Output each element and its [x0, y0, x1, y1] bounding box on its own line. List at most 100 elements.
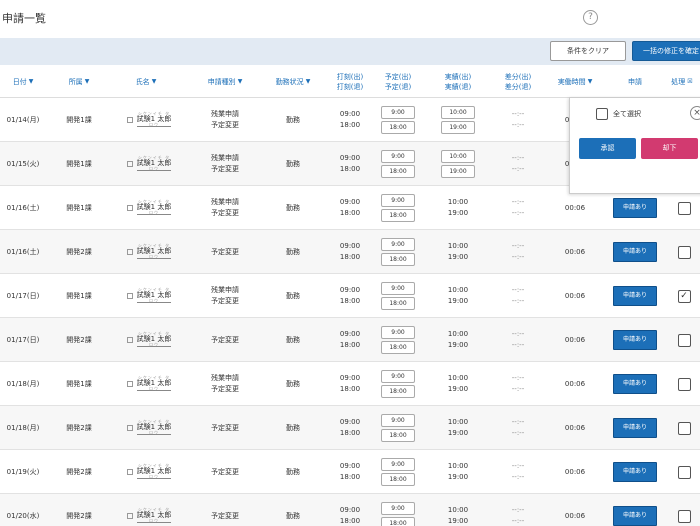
process-cell [676, 230, 692, 274]
row-checkbox[interactable] [677, 509, 691, 523]
type-cell: 残業申請 予定変更 [195, 274, 255, 318]
plan-in-input[interactable]: 9:00 [381, 502, 415, 515]
name-ruby: シケンイチ タロウ [137, 418, 171, 435]
row-checkbox[interactable] [677, 465, 691, 479]
col-status-header[interactable]: 勤務状況 ▼ [262, 66, 324, 98]
col-type-header[interactable]: 申請種別 ▼ [195, 66, 255, 98]
employee-name-link[interactable]: シケンイチ タロウ 試験1 太郎 [136, 155, 172, 171]
plan-in-input[interactable]: 9:00 [381, 150, 415, 163]
apply-status-button[interactable]: 申請あり [613, 418, 657, 438]
row-checkbox[interactable] [677, 377, 691, 391]
employee-name-link[interactable]: シケンイチ タロウ 試験1 太郎 [136, 111, 172, 127]
employee-name-link[interactable]: シケンイチ タロウ 試験1 太郎 [136, 507, 172, 523]
name-ruby: シケンイチ タロウ [137, 374, 171, 391]
punch-out: 18:00 [339, 517, 361, 525]
col-name-header[interactable]: 氏名 ▼ [118, 66, 174, 98]
name-checkbox[interactable] [126, 205, 133, 211]
apply-status-button[interactable]: 申請あり [613, 506, 657, 526]
plan-out-input[interactable]: 18:00 [381, 297, 415, 310]
help-icon[interactable]: ? [583, 10, 598, 25]
clear-conditions-button[interactable]: 条件をクリア [550, 41, 626, 61]
plan-out-input[interactable]: 18:00 [381, 385, 415, 398]
col-date-header[interactable]: 日付 ▼ [0, 66, 46, 98]
plan-out-input[interactable]: 18:00 [381, 429, 415, 442]
row-checkbox[interactable] [677, 245, 691, 259]
select-all-checkbox[interactable] [596, 108, 608, 120]
name-checkbox[interactable] [126, 469, 133, 475]
worktime-cell: 00:06 [564, 467, 586, 476]
plan-in-input[interactable]: 9:00 [381, 326, 415, 339]
diff-in: --:-- [511, 110, 525, 118]
name-checkbox[interactable] [126, 337, 133, 343]
approve-button[interactable]: 承認 [579, 138, 636, 159]
worktime-cell: 00:06 [564, 423, 586, 432]
employee-name-link[interactable]: シケンイチ タロウ 試験1 太郎 [136, 331, 172, 347]
plan-in-input[interactable]: 9:00 [381, 282, 415, 295]
row-checkbox[interactable] [677, 201, 691, 215]
employee-name-link[interactable]: シケンイチ タロウ 試験1 太郎 [136, 287, 172, 303]
actual-in-input[interactable]: 10:00 [441, 106, 475, 119]
actual-in-input[interactable]: 10:00 [441, 150, 475, 163]
table-row: 01/20(水) 開発2課 シケンイチ タロウ 試験1 太郎 予定変更 勤務 09… [0, 494, 700, 526]
col-worktime-header[interactable]: 実働時間 ▼ [548, 66, 602, 98]
apply-status-button[interactable]: 申請あり [613, 286, 657, 306]
name-checkbox[interactable] [126, 381, 133, 387]
status-cell: 勤務 [286, 423, 300, 432]
employee-name-link[interactable]: シケンイチ タロウ 試験1 太郎 [136, 243, 172, 259]
plan-out-input[interactable]: 18:00 [381, 341, 415, 354]
plan-out-input[interactable]: 18:00 [381, 209, 415, 222]
name-cell: シケンイチ タロウ 試験1 太郎 [118, 494, 180, 526]
punch-out: 18:00 [339, 209, 361, 217]
name-checkbox[interactable] [126, 117, 133, 123]
plan-in-input[interactable]: 9:00 [381, 414, 415, 427]
plan-cell: 9:00 18:00 [378, 230, 418, 274]
punch-cell: 09:00 18:00 [330, 186, 370, 230]
apply-cell: 申請あり [612, 362, 658, 406]
apply-status-button[interactable]: 申請あり [613, 198, 657, 218]
name-cell: シケンイチ タロウ 試験1 太郎 [118, 450, 180, 494]
name-checkbox[interactable] [126, 293, 133, 299]
bulk-confirm-button[interactable]: 一括の修正を確定 [632, 41, 700, 61]
employee-name-link[interactable]: シケンイチ タロウ 試験1 太郎 [136, 199, 172, 215]
col-dept-header[interactable]: 所属 ▼ [57, 66, 101, 98]
name-checkbox[interactable] [126, 161, 133, 167]
name-checkbox[interactable] [126, 249, 133, 255]
punch-cell: 09:00 18:00 [330, 142, 370, 186]
plan-in-input[interactable]: 9:00 [381, 458, 415, 471]
table-row: 01/19(火) 開発2課 シケンイチ タロウ 試験1 太郎 予定変更 勤務 09… [0, 450, 700, 494]
name-checkbox[interactable] [126, 425, 133, 431]
plan-out-input[interactable]: 18:00 [381, 517, 415, 526]
row-checkbox[interactable] [677, 333, 691, 347]
plan-out-input[interactable]: 18:00 [381, 121, 415, 134]
actual-cell: 10:00 19:00 [438, 318, 478, 362]
diff-cell: --:-- --:-- [498, 318, 538, 362]
type-line2: 予定変更 [211, 209, 239, 217]
employee-name-link[interactable]: シケンイチ タロウ 試験1 太郎 [136, 375, 172, 391]
actual-cell: 10:00 19:00 [438, 186, 478, 230]
close-icon[interactable]: × [690, 106, 700, 120]
plan-out-input[interactable]: 18:00 [381, 473, 415, 486]
employee-name-link[interactable]: シケンイチ タロウ 試験1 太郎 [136, 419, 172, 435]
apply-status-button[interactable]: 申請あり [613, 242, 657, 262]
apply-status-button[interactable]: 申請あり [613, 330, 657, 350]
plan-out-input[interactable]: 18:00 [381, 165, 415, 178]
row-checkbox[interactable]: ✓ [677, 289, 691, 303]
row-checkbox[interactable] [677, 421, 691, 435]
plan-in-input[interactable]: 9:00 [381, 370, 415, 383]
actual-out-input[interactable]: 19:00 [441, 121, 475, 134]
diff-cell: --:-- --:-- [498, 406, 538, 450]
plan-in-input[interactable]: 9:00 [381, 106, 415, 119]
reject-button[interactable]: 却下 [641, 138, 698, 159]
name-checkbox[interactable] [126, 513, 133, 519]
plan-in-input[interactable]: 9:00 [381, 238, 415, 251]
plan-out-input[interactable]: 18:00 [381, 253, 415, 266]
actual-out-input[interactable]: 19:00 [441, 165, 475, 178]
actual-in: 10:00 [447, 286, 469, 294]
apply-status-button[interactable]: 申請あり [613, 374, 657, 394]
plan-in-input[interactable]: 9:00 [381, 194, 415, 207]
employee-name-link[interactable]: シケンイチ タロウ 試験1 太郎 [136, 463, 172, 479]
process-cell [676, 450, 692, 494]
status-cell: 勤務 [286, 115, 300, 124]
apply-status-button[interactable]: 申請あり [613, 462, 657, 482]
punch-out: 18:00 [339, 121, 361, 129]
